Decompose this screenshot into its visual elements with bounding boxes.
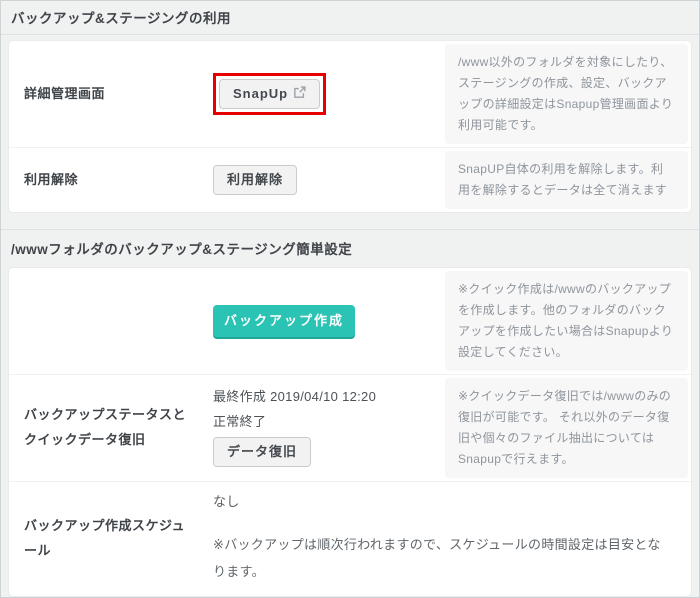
annotation-highlight: SnapUp (213, 73, 326, 115)
backup-schedule-label: バックアップ作成スケジュール (9, 482, 207, 596)
cancel-usage-button[interactable]: 利用解除 (213, 165, 297, 195)
admin-screen-content: SnapUp (207, 41, 445, 147)
backup-create-content: バックアップ作成 (207, 268, 445, 374)
backup-status-content: 最終作成 2019/04/10 12:20 正常終了 データ復旧 (207, 375, 445, 481)
table-row-backup-status: バックアップステータスとクイックデータ復旧 最終作成 2019/04/10 12… (9, 375, 691, 482)
section-backup-usage: バックアップ&ステージングの利用 詳細管理画面 SnapUp (1, 1, 699, 213)
backup-create-note: ※クイック作成は/wwwのバックアップを作成します。他のフォルダのバックアップを… (445, 271, 688, 371)
snapup-button-label: SnapUp (233, 86, 288, 102)
section-title-www-quick-settings: /wwwフォルダのバックアップ&ステージング簡単設定 (1, 230, 699, 262)
cancel-usage-label: 利用解除 (9, 148, 207, 212)
backup-create-button[interactable]: バックアップ作成 (213, 305, 355, 337)
snapup-button[interactable]: SnapUp (219, 79, 320, 109)
schedule-note: ※バックアップは順次行われますので、スケジュールの時間設定は目安となります。 (213, 531, 671, 586)
last-created-text: 最終作成 2019/04/10 12:20 (213, 384, 376, 409)
table-row-cancel-usage: 利用解除 利用解除 SnapUP自体の利用を解除します。利用を解除するとデータは… (9, 148, 691, 212)
admin-screen-label: 詳細管理画面 (9, 41, 207, 147)
status-text: 正常終了 (213, 409, 266, 434)
backup-schedule-content: なし ※バックアップは順次行われますので、スケジュールの時間設定は目安となります… (207, 482, 691, 596)
quick-settings-card: バックアップ作成 ※クイック作成は/wwwのバックアップを作成します。他のフォル… (8, 267, 692, 597)
backup-status-note: ※クイックデータ復旧では/wwwのみの復旧が可能です。 それ以外のデータ復旧や個… (445, 378, 688, 478)
backup-create-label-empty (9, 268, 207, 374)
cancel-usage-content: 利用解除 (207, 148, 445, 212)
table-row-backup-create: バックアップ作成 ※クイック作成は/wwwのバックアップを作成します。他のフォル… (9, 268, 691, 375)
section-title-backup-usage: バックアップ&ステージングの利用 (1, 1, 699, 35)
section-www-quick-settings: /wwwフォルダのバックアップ&ステージング簡単設定 バックアップ作成 ※クイッ… (1, 229, 699, 597)
external-link-icon (293, 86, 306, 99)
admin-screen-note: /www以外のフォルダを対象にしたり、ステージングの作成、設定、バックアップの詳… (445, 44, 688, 144)
usage-card: 詳細管理画面 SnapUp /www以外のフォルダを対象にした (8, 40, 692, 213)
schedule-value: なし (213, 491, 240, 513)
table-row-backup-schedule: バックアップ作成スケジュール なし ※バックアップは順次行われますので、スケジュ… (9, 482, 691, 596)
backup-status-label: バックアップステータスとクイックデータ復旧 (9, 375, 207, 481)
data-restore-button[interactable]: データ復旧 (213, 437, 311, 467)
backup-settings-page: バックアップ&ステージングの利用 詳細管理画面 SnapUp (1, 1, 699, 597)
table-row-admin-screen: 詳細管理画面 SnapUp /www以外のフォルダを対象にした (9, 41, 691, 148)
cancel-usage-note: SnapUP自体の利用を解除します。利用を解除するとデータは全て消えます (445, 151, 688, 209)
